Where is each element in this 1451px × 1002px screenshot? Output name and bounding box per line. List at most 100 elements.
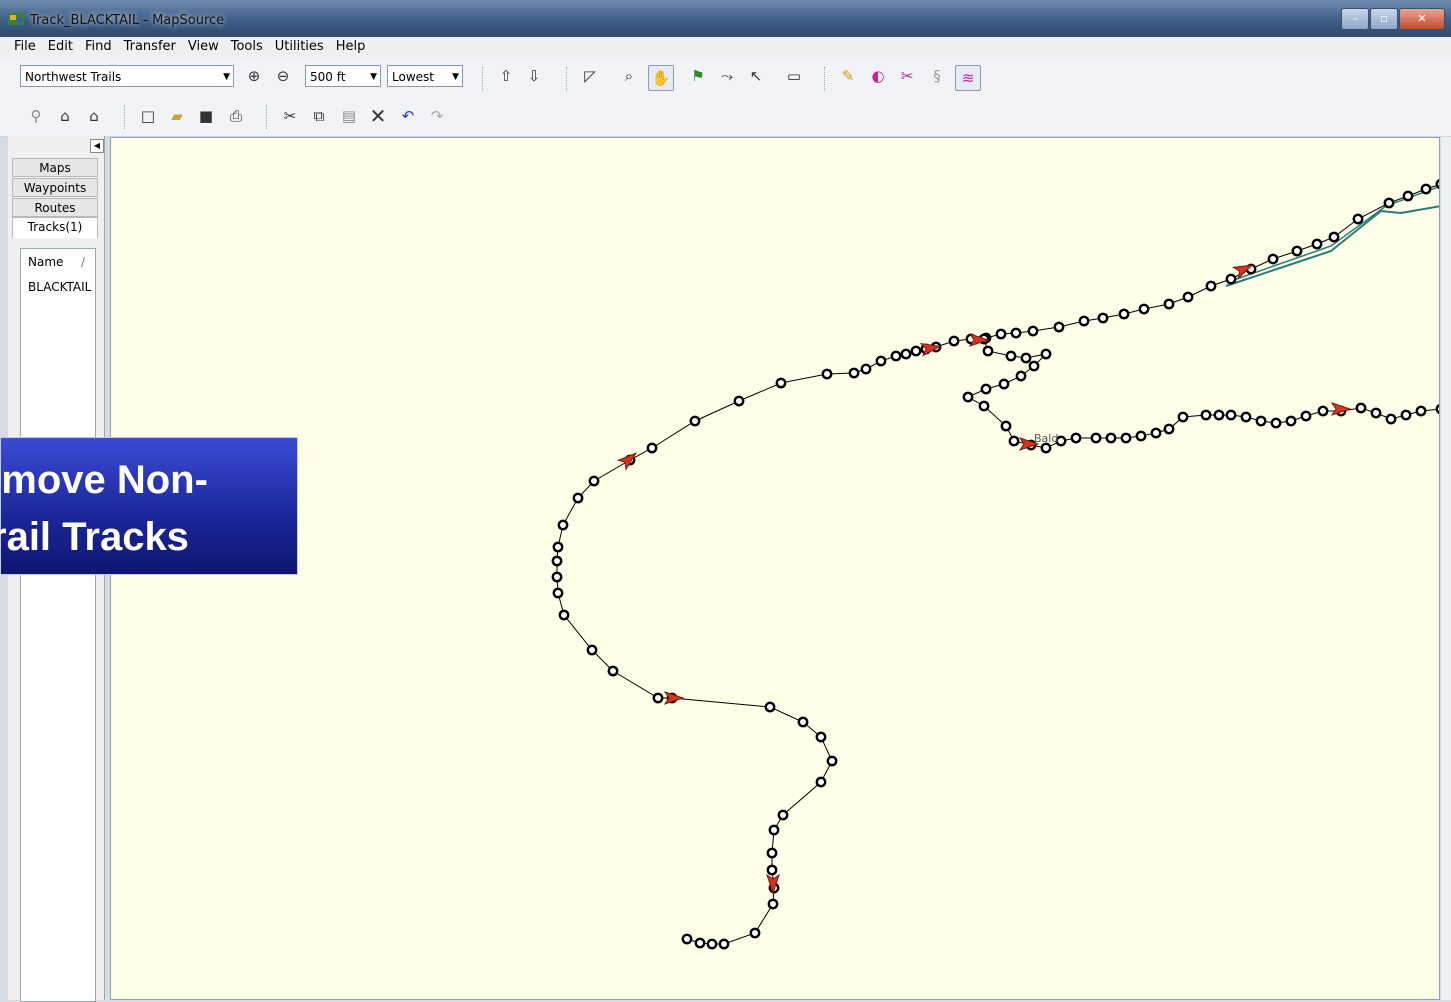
track-point [1435,178,1439,190]
maximize-button[interactable]: ▫ [1370,8,1398,30]
track-point [1352,213,1364,225]
map-view[interactable]: Bald [110,137,1440,1000]
selection-arrow-icon[interactable]: ↖ [746,66,766,86]
track-point [551,571,563,583]
track-filter-icon[interactable]: ≋ [955,65,981,91]
menu-utilities[interactable]: Utilities [269,37,330,57]
track-point [815,776,827,788]
track-point [1150,427,1162,439]
find-binoculars-icon[interactable]: ⚲ [26,106,46,126]
track-point [607,665,619,677]
track-point [1015,370,1027,382]
collapse-arrow-icon[interactable]: ◀ [90,139,104,153]
track-point [1028,360,1040,372]
map-product-select[interactable]: Northwest Trails ▼ [20,65,234,87]
vertical-scrollbar[interactable] [1441,137,1451,1000]
new-document-icon[interactable]: □ [138,106,158,126]
zoom-level-select[interactable]: 500 ft ▼ [305,65,381,87]
callout-line-2: rail Tracks [0,515,189,559]
find-places-icon[interactable]: ⌂ [55,106,75,126]
track-point [733,395,745,407]
track-point [1163,423,1175,435]
print-icon[interactable]: ⎙ [226,106,246,126]
track-point [1090,432,1102,444]
menu-edit[interactable]: Edit [42,37,79,57]
track-point [1370,407,1382,419]
track-point [557,519,569,531]
list-item[interactable]: BLACKTAIL [21,277,95,297]
track-draw-icon[interactable]: ✎ [838,66,858,86]
menu-help[interactable]: Help [330,37,372,57]
open-folder-icon[interactable]: ▰ [167,106,187,126]
track-point [652,692,664,704]
redo-icon[interactable]: ↷ [427,106,447,126]
eraser-icon[interactable]: ◐ [868,66,888,86]
paste-icon[interactable]: ▤ [339,106,359,126]
receive-from-device-icon[interactable]: ⇧ [496,66,516,86]
map-tool-icon[interactable]: ◸ [580,66,600,86]
track-point [910,345,922,357]
tab-tracks[interactable]: Tracks(1) [12,217,98,238]
track-point [815,731,827,743]
menu-find[interactable]: Find [79,37,118,57]
track-point [646,442,658,454]
name-column-header[interactable]: Name / [21,249,95,275]
copy-icon[interactable]: ⧉ [309,106,329,126]
menu-tools[interactable]: Tools [225,37,269,57]
zoom-tool-icon[interactable]: ⌕ [619,66,639,86]
track-point [1311,238,1323,250]
track-point [821,368,833,380]
track-point [1270,417,1282,429]
undo-icon[interactable]: ↶ [398,106,418,126]
save-disk-icon[interactable]: ■ [196,106,216,126]
tab-maps[interactable]: Maps [12,158,98,177]
track-point [1027,325,1039,337]
track-join-icon[interactable]: § [927,66,947,86]
track-point [860,363,872,375]
track-line [556,184,1439,945]
tab-routes[interactable]: Routes [12,198,98,217]
track-point [998,378,1010,390]
cut-scissors-icon[interactable]: ✂ [280,106,300,126]
track-point [978,400,990,412]
window-controls: – ▫ ✕ [1340,8,1445,30]
trail-line [1225,205,1439,287]
menu-file[interactable]: File [0,37,42,57]
window-title: Track_BLACKTAIL - MapSource [30,13,225,28]
chevron-down-icon: ▼ [452,72,459,82]
toolbar-separator [266,105,269,129]
tab-waypoints[interactable]: Waypoints [12,178,98,197]
track-point [1020,352,1032,364]
track-point [1120,432,1132,444]
zoom-out-icon[interactable]: ⊖ [273,66,293,86]
track-point [1200,409,1212,421]
delete-x-icon[interactable]: ✕ [368,106,388,126]
hand-pan-icon[interactable]: ✋ [648,65,674,91]
map-product-value: Northwest Trails [25,70,122,84]
track-split-icon[interactable]: ✂ [897,66,917,86]
waypoint-flag-icon[interactable]: ⚑ [688,66,708,86]
track-point [948,335,960,347]
track-point [586,644,598,656]
track-point [1005,350,1017,362]
title-bar: Track_BLACKTAIL - MapSource – ▫ ✕ [0,0,1451,37]
track-point [694,937,706,949]
menu-view[interactable]: View [182,37,225,57]
detail-level-select[interactable]: Lowest ▼ [387,65,463,87]
menu-transfer[interactable]: Transfer [118,37,182,57]
track-point [1383,197,1395,209]
send-to-device-icon[interactable]: ⇩ [524,66,544,86]
track-point [1118,308,1130,320]
track-point [1402,190,1414,202]
zoom-in-icon[interactable]: ⊕ [244,66,264,86]
minimize-button[interactable]: – [1341,8,1369,30]
find-recent-icon[interactable]: ⌂ [84,106,104,126]
track-point [681,933,693,945]
close-button[interactable]: ✕ [1399,8,1445,30]
menu-bar: File Edit Find Transfer View Tools Utilities He… [0,37,1451,60]
measure-ruler-icon[interactable]: ▭ [784,66,804,86]
track-point [875,355,887,367]
track-point [552,541,564,553]
route-tool-icon[interactable]: ⤳ [717,66,737,86]
track-map[interactable]: Bald [111,138,1440,1000]
